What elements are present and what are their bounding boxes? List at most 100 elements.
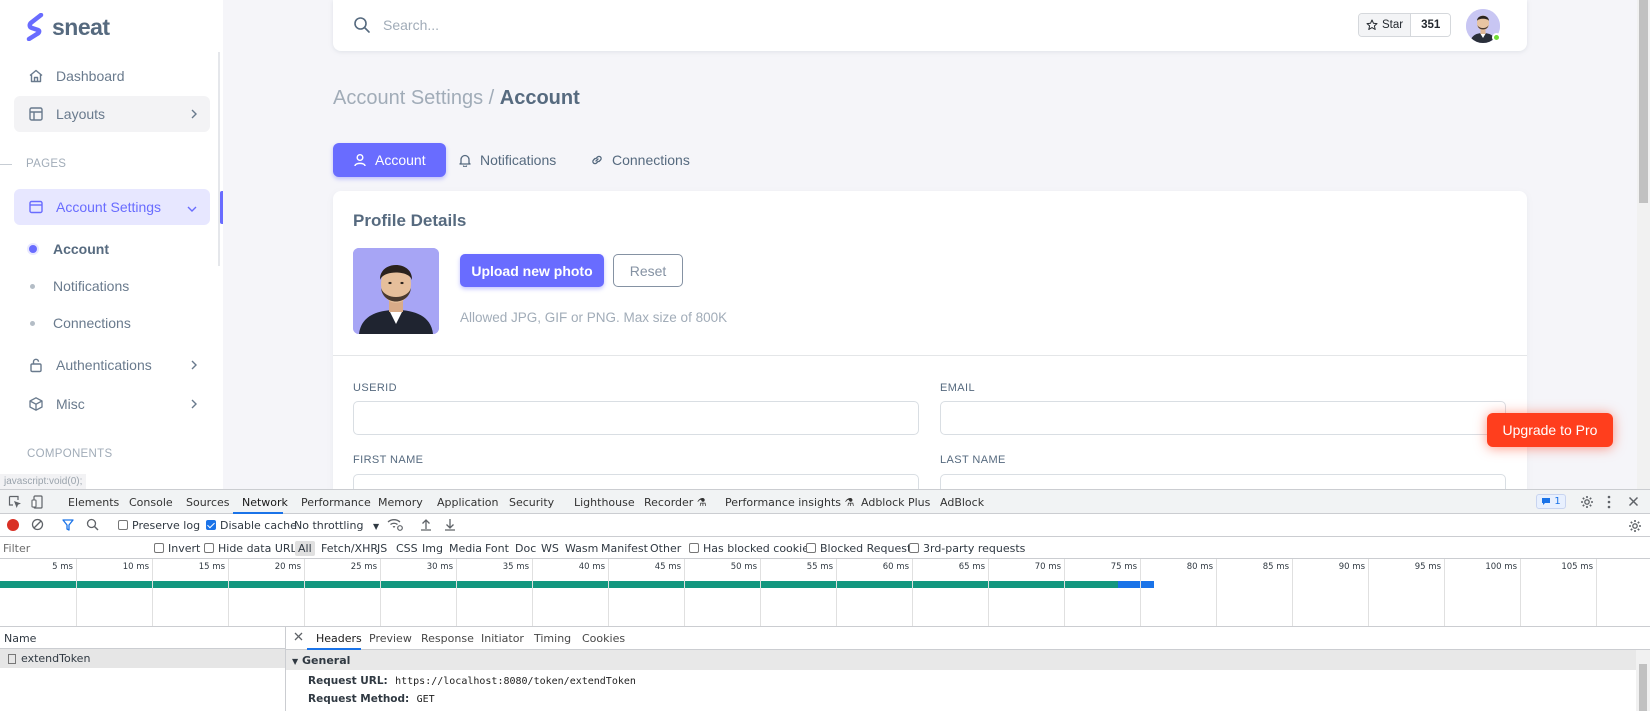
sidebar-item-dashboard[interactable]: Dashboard (14, 58, 210, 94)
checkbox-box[interactable] (806, 543, 816, 553)
timeline-tick-label: 90 ms (1338, 562, 1365, 572)
sidebar-subitem-connections[interactable]: Connections (30, 315, 131, 331)
type-filter-media[interactable]: Media (449, 542, 482, 555)
tab-account[interactable]: Account (333, 143, 446, 177)
type-filter-manifest[interactable]: Manifest (601, 542, 648, 555)
page-scrollbar-thumb[interactable] (1639, 0, 1648, 203)
sidebar-item-account-settings[interactable]: Account Settings (14, 189, 210, 225)
details-tab-headers[interactable]: Headers (316, 632, 362, 645)
checkbox-box[interactable] (206, 520, 216, 530)
devtools-tab-elements[interactable]: Elements (68, 496, 119, 509)
record-icon[interactable] (7, 519, 19, 531)
network-filter-input[interactable] (3, 541, 143, 556)
network-conditions-icon[interactable] (387, 518, 403, 531)
blocked-requests-checkbox[interactable]: Blocked Requests (806, 542, 917, 555)
star-count[interactable]: 351 (1411, 14, 1451, 36)
type-filter-ws[interactable]: WS (541, 542, 559, 555)
close-details-icon[interactable] (294, 632, 303, 641)
type-filter-other[interactable]: Other (650, 542, 681, 555)
hide-data-urls-checkbox[interactable]: Hide data URLs (204, 542, 302, 555)
details-tab-initiator[interactable]: Initiator (481, 632, 524, 645)
brand-logo[interactable]: sneat (26, 13, 110, 41)
device-toolbar-icon[interactable] (31, 495, 45, 509)
page-scrollbar[interactable] (1637, 0, 1650, 489)
devtools-tab-memory[interactable]: Memory (378, 496, 423, 509)
devtools-tab-sources[interactable]: Sources (186, 496, 230, 509)
more-options-icon[interactable] (1607, 495, 1611, 509)
devtools-tab-security[interactable]: Security (509, 496, 554, 509)
name-column-header[interactable]: Name (0, 627, 285, 649)
throttling-select[interactable]: No throttling ▼ (294, 519, 379, 532)
checkbox-box[interactable] (204, 543, 214, 553)
checkbox-box[interactable] (909, 543, 919, 553)
devtools-tab-adblock[interactable]: AdBlock (940, 496, 984, 509)
devtools-tab-console[interactable]: Console (129, 496, 173, 509)
star-label-group[interactable]: Star (1359, 14, 1412, 36)
email-field[interactable] (940, 401, 1506, 435)
devtools-tab-adblock-plus[interactable]: Adblock Plus (861, 496, 930, 509)
timeline-tick-label: 25 ms (350, 562, 377, 572)
search-network-icon[interactable] (86, 518, 99, 531)
type-filter-doc[interactable]: Doc (515, 542, 536, 555)
close-devtools-icon[interactable] (1628, 496, 1639, 507)
devtools-tab-performance[interactable]: Performance (301, 496, 371, 509)
layout-icon (28, 106, 44, 122)
search-input[interactable] (383, 14, 783, 36)
type-filter-font[interactable]: Font (485, 542, 509, 555)
filter-icon[interactable] (62, 519, 74, 531)
request-row[interactable]: extendToken (0, 649, 285, 668)
search-icon[interactable] (353, 16, 371, 39)
type-filter-wasm[interactable]: Wasm (565, 542, 598, 555)
type-filter-css[interactable]: CSS (396, 542, 418, 555)
details-tab-cookies[interactable]: Cookies (582, 632, 625, 645)
type-filter-img[interactable]: Img (422, 542, 443, 555)
type-filter-all[interactable]: All (295, 541, 315, 556)
details-scrollbar[interactable] (1636, 650, 1650, 711)
tab-connections[interactable]: Connections (570, 143, 710, 177)
checkbox-box[interactable] (689, 543, 699, 553)
disable-cache-checkbox[interactable]: Disable cache (206, 519, 297, 532)
checkbox-box[interactable] (118, 520, 128, 530)
sidebar-item-authentications[interactable]: Authentications (14, 347, 210, 383)
userid-field[interactable] (353, 401, 919, 435)
reset-button[interactable]: Reset (613, 254, 683, 287)
network-timeline[interactable]: 5 ms 10 ms 15 ms 20 ms 25 ms 30 ms 35 ms 40 ms 4… (0, 559, 1650, 627)
sidebar-subitem-notifications[interactable]: Notifications (30, 278, 129, 294)
checkbox-box[interactable] (154, 543, 164, 553)
general-section-header[interactable]: ▼ General (286, 650, 1636, 670)
devtools-tab-application[interactable]: Application (437, 496, 498, 509)
sidebar-item-misc[interactable]: Misc (14, 386, 210, 422)
type-filter-js[interactable]: JS (377, 542, 387, 555)
type-filter-fetch-xhr[interactable]: Fetch/XHR (321, 542, 378, 555)
upload-photo-button[interactable]: Upload new photo (460, 254, 604, 287)
issues-badge[interactable]: 1 (1536, 494, 1566, 509)
details-scrollbar-thumb[interactable] (1639, 664, 1647, 711)
export-har-icon[interactable] (444, 518, 456, 531)
inspect-element-icon[interactable] (8, 495, 22, 509)
has-blocked-cookies-checkbox[interactable]: Has blocked cookies (689, 542, 815, 555)
sidebar-item-layouts[interactable]: Layouts (14, 96, 210, 132)
devtools-tab-performance-insights[interactable]: Performance insights ⚗ (725, 496, 854, 509)
timeline-gridline (760, 559, 761, 626)
details-tab-response[interactable]: Response (421, 632, 474, 645)
import-har-icon[interactable] (420, 518, 432, 531)
details-tab-timing[interactable]: Timing (534, 632, 571, 645)
tab-notifications[interactable]: Notifications (438, 143, 576, 177)
preserve-log-checkbox[interactable]: Preserve log (118, 519, 200, 532)
timeline-gridline (1520, 559, 1521, 626)
devtools-tab-recorder[interactable]: Recorder ⚗ (644, 496, 707, 509)
clear-icon[interactable] (31, 518, 44, 531)
invert-checkbox[interactable]: Invert (154, 542, 200, 555)
third-party-requests-checkbox[interactable]: 3rd-party requests (909, 542, 1025, 555)
devtools-tab-network[interactable]: Network (242, 496, 288, 509)
github-star-button[interactable]: Star 351 (1358, 13, 1452, 37)
devtools-tab-lighthouse[interactable]: Lighthouse (574, 496, 635, 509)
settings-gear-icon[interactable] (1580, 495, 1594, 509)
details-tab-preview[interactable]: Preview (369, 632, 412, 645)
sidebar-subitem-account[interactable]: Account (29, 241, 109, 257)
sidebar-scrollbar[interactable] (218, 52, 220, 266)
online-status-dot (1492, 33, 1501, 42)
bullet-icon (30, 320, 35, 326)
network-settings-icon[interactable] (1628, 519, 1642, 533)
upgrade-to-pro-button[interactable]: Upgrade to Pro (1487, 413, 1613, 447)
